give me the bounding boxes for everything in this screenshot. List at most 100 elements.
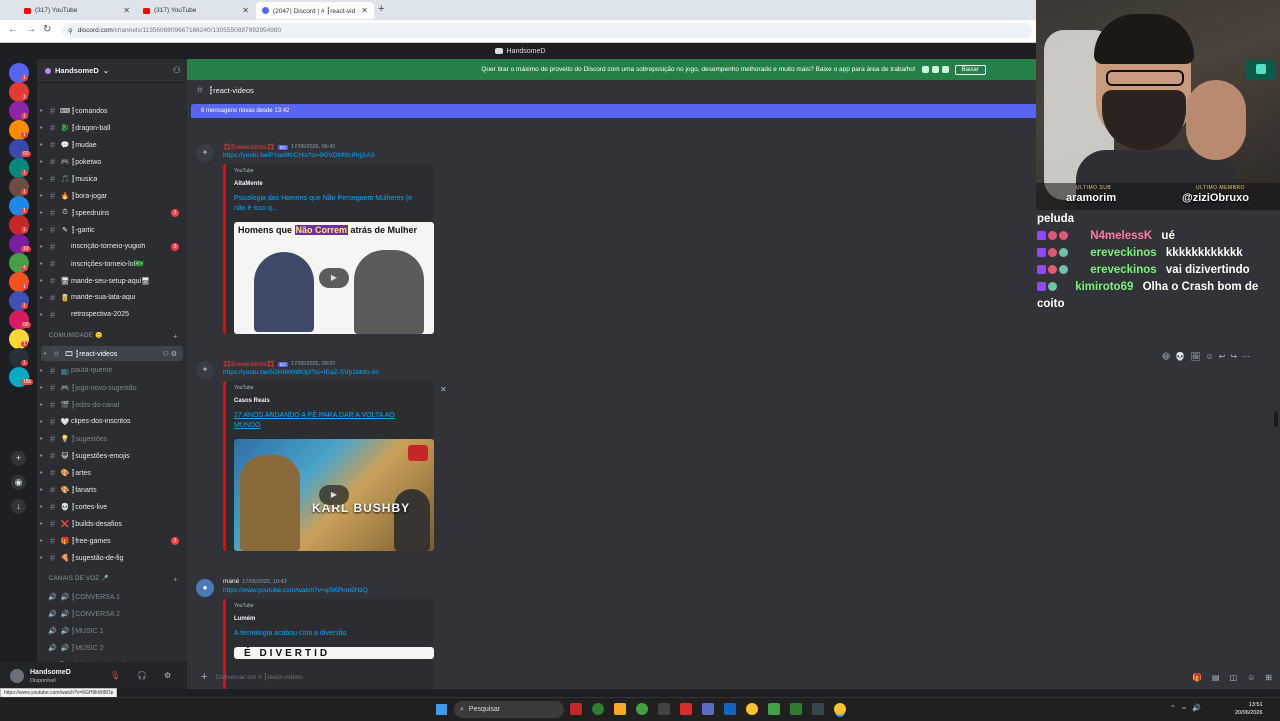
voice-channel[interactable]: 🔊 🔊 ┇CONVERSA 1 [37,589,187,604]
embed-title[interactable]: A tecnologia acabou com a diversão [234,629,425,639]
category-header[interactable]: CANAIS DE VOZ 🎤 + [49,575,178,584]
volume-icon[interactable]: 🔊 [1192,704,1201,712]
reload-icon[interactable]: ↻ [43,24,51,35]
embed-author[interactable]: Lumém [234,616,425,622]
new-tab-button[interactable]: + [378,3,384,15]
close-embed-icon[interactable]: ✕ [440,385,447,394]
message-link[interactable]: https://www.youtube.com/watch?v=qi5KPnm5… [223,587,368,594]
message-author[interactable]: 💢Ereveckinos💢 [223,360,275,368]
video-thumbnail[interactable]: Homens que Não Correm atrás de Mulher ▶ [234,222,434,334]
chrome-icon[interactable] [746,703,758,715]
channel-item[interactable]: ▸ # 🎮 ┇poketwo [37,154,187,169]
voice-channel[interactable]: 🔊 🔊 ┇MUSIC 2 [37,640,187,655]
app-icon[interactable] [570,703,582,715]
site-info-icon[interactable]: ⚲ [68,27,73,35]
url-input[interactable]: ⚲ discord.com/channels/11356088096671662… [62,23,1032,38]
channel-item[interactable]: ▸ # inscrição-torneio-yugioh 3 [37,239,187,254]
download-apps-icon[interactable]: ↓ [11,499,26,514]
embed-author[interactable]: AltaMente [234,181,425,187]
channel-item[interactable]: ▸ # 🎮 ┇jogo-novo-sugestão [37,380,187,395]
epic-games-icon[interactable] [658,703,670,715]
channel-item[interactable]: ▸ # ❌ ┇builds-desafios [37,516,187,531]
channel-item[interactable]: ▸ # 📺 pauta-quente [37,363,187,378]
channel-item[interactable]: ▸ # ⏱ ┇speedruins 1 [37,205,187,220]
add-channel-icon[interactable]: + [173,575,178,584]
taskbar-search[interactable]: ⌕ Pesquisar [454,701,564,718]
gift-icon[interactable]: 🎁 [1192,673,1202,682]
channel-item[interactable]: ▸ # 🖥 mande-seu-setup-aqui🖥 [37,273,187,288]
forward-icon[interactable]: → [26,24,36,35]
network-icon[interactable]: ⌁ [1182,704,1186,712]
message-link[interactable]: https://youtu.be/5GH9kWt8Op!?si=IDaZ-SVp… [223,369,379,376]
mute-mic-icon[interactable]: 🎙 [110,671,120,680]
browser-tab-youtube-2[interactable]: (317) YouTube ✕ [137,2,255,19]
browser-tab-youtube-1[interactable]: (317) YouTube ✕ [18,2,136,19]
channel-item[interactable]: ▸ # 💬 ┇mudae [37,137,187,152]
windows-start-icon[interactable] [436,704,447,715]
add-attachment-icon[interactable]: + [201,671,207,683]
channel-item[interactable]: ▸ # 💀 ┇cortes-live [37,499,187,514]
channel-item[interactable]: ▸ # 😺 ┇sugestões-emojis [37,448,187,463]
message-author[interactable]: mané [223,578,239,585]
chevron-up-icon[interactable]: ⌃ [1170,704,1176,712]
message-composer[interactable]: + Conversar em # ┇react-videos 🎁 ▤ ◫ ☺ ⊞ [195,669,1278,685]
app-icon[interactable] [768,703,780,715]
embed-title[interactable]: Psicologia dos Homens que Não Perseguem … [234,194,425,214]
more-icon[interactable]: ⋯ [1242,352,1250,361]
avatar[interactable]: ✦ [196,361,214,379]
add-channel-icon[interactable]: + [173,332,178,341]
avatar[interactable]: ✦ [196,144,214,162]
back-icon[interactable]: ← [8,24,18,35]
app-icon[interactable] [702,703,714,715]
pdf-icon[interactable] [680,703,692,715]
video-thumbnail[interactable]: KARL BUSHBY ▶ [234,439,434,551]
channel-item[interactable]: ▸ # 🤍 clipes-dos-inscritos [37,414,187,429]
minecraft-icon[interactable] [790,703,802,715]
play-icon[interactable]: ▶ [319,268,349,288]
avatar[interactable]: ● [196,579,214,597]
channel-item[interactable]: ▸ # ⌨ ┇comandos [37,103,187,118]
embed-author[interactable]: Casos Reais [234,398,425,404]
close-tab-icon[interactable]: ✕ [242,6,249,15]
new-messages-bar[interactable]: 6 mensagens novas desde 13:42 [191,104,1037,118]
gear-icon[interactable]: ⚙ [164,671,171,680]
channel-item[interactable]: ▸ # 🍕 ┇sugestão-de-fig [37,550,187,565]
channel-item[interactable]: ▸ # 🎁 ┇free-games 1 [37,533,187,548]
channel-item[interactable]: ▸ # 🎵 ┇musica [37,171,187,186]
channel-item[interactable]: ▸ # retrospectiva-2025 [37,307,187,322]
xbox-icon[interactable] [636,703,648,715]
taskbar-clock[interactable]: 13:51 20/06/2026 [1235,701,1263,717]
play-icon[interactable]: ▶ [319,485,349,505]
server-header[interactable]: HandsomeD ⌄ ⚇ [37,59,187,83]
channel-item[interactable]: ▸ # 🔥 ┇bora-jogar [37,188,187,203]
scrollbar-thumb[interactable] [1274,411,1278,427]
reaction-emoji-icon[interactable]: 🖼 [1190,352,1200,361]
download-button[interactable]: Baixar [954,64,986,75]
channel-item[interactable]: ▸ # 🎨 ┇artes [37,465,187,480]
channel-item[interactable]: ▸ # 🥫 mande-sua-lata-aqui [37,290,187,305]
reaction-emoji-icon[interactable]: 💀 [1175,352,1185,361]
embed-title[interactable]: 27 ANOS ANDANDO A PÉ PARA DAR A VOLTA AO… [234,411,414,431]
category-header[interactable]: COMUNIDADE 🙂 + [49,332,178,341]
apps-icon[interactable]: ⊞ [1265,673,1272,682]
gif-icon[interactable]: ▤ [1212,673,1220,682]
channel-settings-icon[interactable]: ⚇ ⚙ [163,350,178,358]
channel-item[interactable]: ▸ # 🎬 ┇edits-do-canal [37,397,187,412]
forward-icon[interactable]: ↪ [1230,352,1237,361]
channel-item[interactable]: ▸ # 💡 ┇sugestões [37,431,187,446]
emoji-icon[interactable]: ☺ [1247,673,1255,682]
voice-channel[interactable]: 🔊 🔊 ┇CONVERSA 2 [37,606,187,621]
video-thumbnail[interactable]: É DIVERTID [234,647,434,659]
close-tab-icon[interactable]: ✕ [361,6,368,15]
reaction-emoji-icon[interactable]: 😆 [1162,352,1170,361]
discover-icon[interactable]: ◉ [11,475,26,490]
add-server-icon[interactable]: + [11,451,26,466]
channel-item[interactable]: ▸ # 🐉 ┇dragon-ball [37,120,187,135]
headphones-icon[interactable]: 🎧 [137,671,147,680]
channel-item[interactable]: ▸ # inscrições-torneio-lol🇧🇷 [37,256,187,271]
voice-channel[interactable]: 🔊 🔊 ┇MUSIC 1 [37,623,187,638]
message-author[interactable]: 💢Ereveckinos💢 [223,143,275,151]
channel-item[interactable]: ▸ # ✎ ┇-gartic [37,222,187,237]
add-reaction-icon[interactable]: ☺ [1205,352,1213,361]
file-explorer-icon[interactable] [614,703,626,715]
